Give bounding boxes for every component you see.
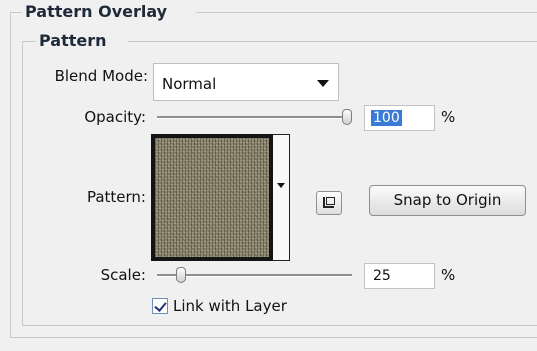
inner-frame-bottom: [22, 325, 537, 326]
scale-slider-thumb[interactable]: [176, 267, 186, 283]
opacity-unit: %: [441, 108, 456, 126]
blend-mode-label: Blend Mode:: [54, 67, 148, 85]
scale-slider-track[interactable]: [157, 274, 352, 277]
opacity-slider-track[interactable]: [157, 116, 352, 119]
chevron-down-icon: [277, 183, 285, 188]
opacity-label: Opacity:: [84, 108, 146, 126]
opacity-slider-thumb[interactable]: [342, 109, 352, 125]
pattern-preview: [155, 138, 269, 257]
scale-value: 25: [373, 268, 391, 284]
inner-frame-top-left: [22, 41, 36, 42]
panel-title: Pattern Overlay: [22, 3, 171, 21]
opacity-value: 100: [371, 110, 402, 126]
new-preset-icon-page: [326, 197, 335, 205]
blend-mode-select[interactable]: Normal: [153, 63, 339, 101]
link-with-layer-checkbox[interactable]: [152, 298, 168, 314]
chevron-down-icon: [317, 80, 329, 87]
inner-frame-top-right: [128, 41, 537, 42]
scale-unit: %: [441, 266, 456, 284]
scale-input[interactable]: 25: [364, 263, 435, 289]
new-preset-button[interactable]: [316, 191, 342, 215]
outer-frame-left: [10, 12, 11, 337]
snap-to-origin-button[interactable]: Snap to Origin: [369, 185, 526, 216]
checkmark-icon: [154, 299, 167, 312]
pattern-picker-button[interactable]: [273, 134, 290, 261]
subgroup-title: Pattern: [36, 32, 110, 50]
pattern-label: Pattern:: [86, 188, 146, 206]
link-with-layer-label[interactable]: Link with Layer: [173, 297, 287, 315]
pattern-swatch[interactable]: [151, 134, 273, 261]
opacity-input[interactable]: 100: [364, 105, 435, 131]
outer-frame-bottom: [10, 337, 537, 338]
scale-label: Scale:: [100, 266, 146, 284]
outer-frame-top-right: [196, 12, 537, 13]
blend-mode-value: Normal: [162, 75, 217, 93]
